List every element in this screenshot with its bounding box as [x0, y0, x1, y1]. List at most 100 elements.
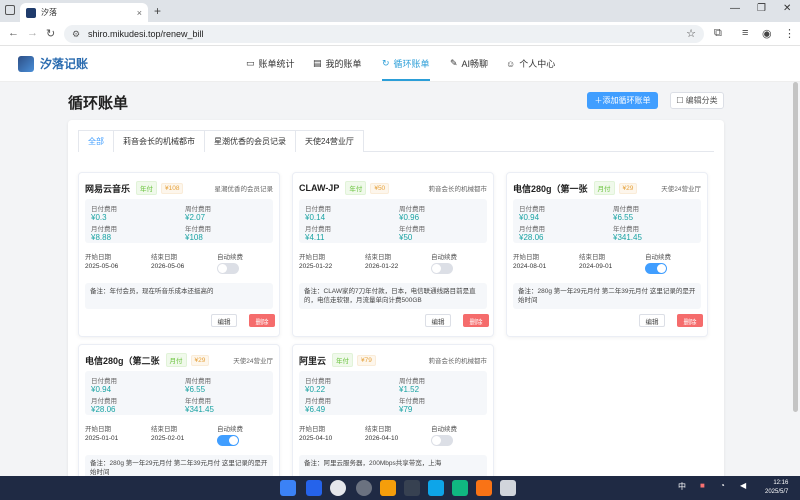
github-icon[interactable]	[356, 480, 372, 496]
new-tab-button[interactable]: +	[154, 4, 161, 18]
filter-tab-all[interactable]: 全部	[78, 130, 114, 152]
fee-value: ¥341.45	[613, 233, 642, 242]
fee-value: ¥0.94	[519, 213, 540, 222]
tray-app-icon[interactable]: ■	[700, 481, 705, 490]
add-recurring-bill-button[interactable]: ＋添加循环账单	[587, 92, 658, 109]
start-menu-icon[interactable]	[280, 480, 296, 496]
media-icon[interactable]: ≡	[742, 27, 748, 39]
wifi-icon[interactable]: ◔	[720, 481, 725, 490]
end-date-value: 2025-02-01	[151, 435, 185, 442]
close-window-button[interactable]: ✕	[783, 3, 791, 14]
delete-button[interactable]: 删除	[249, 314, 275, 327]
nav-label: 我的账单	[325, 59, 362, 69]
extensions-icon[interactable]: ⧉	[714, 27, 722, 40]
bill-category: 莉音会长的机械都市	[428, 186, 488, 193]
nav-recurring-bills[interactable]: ↻ 循环账单	[382, 57, 430, 81]
bill-name: CLAW-JP	[299, 183, 340, 193]
edit-button[interactable]: 编辑	[211, 314, 237, 327]
auto-renew-toggle[interactable]	[431, 435, 453, 446]
forward-icon[interactable]: →	[27, 27, 38, 39]
bill-category: 天使24营业厅	[661, 186, 701, 193]
end-date-value: 2026-01-22	[365, 263, 399, 270]
fee-label: 周付费用	[185, 206, 211, 213]
card-header: CLAW-JP 年付 ¥50 莉音会长的机械都市	[299, 181, 487, 195]
user-icon: ☺	[506, 58, 516, 69]
reload-icon[interactable]: ↻	[46, 27, 55, 40]
fee-value: ¥6.55	[613, 213, 634, 222]
end-date-label: 结束日期	[579, 254, 605, 261]
nav-label: 循环账单	[393, 59, 430, 69]
filter-tab-machine-city[interactable]: 莉音会长的机械都市	[113, 130, 205, 152]
auto-renew-toggle[interactable]	[217, 435, 239, 446]
nav-my-bills[interactable]: ▤ 我的账单	[313, 57, 362, 70]
fee-label: 月付费用	[305, 398, 331, 405]
filter-tab-membership[interactable]: 星潮优香的会员记录	[204, 130, 296, 152]
cycle-tag: 年付	[136, 181, 158, 195]
start-date: 开始日期 2025-05-06	[85, 251, 118, 270]
vscode-icon[interactable]	[306, 480, 322, 496]
site-info-icon[interactable]: ⚙	[72, 29, 82, 39]
auto-renew-toggle[interactable]	[431, 263, 453, 274]
page-title: 循环账单	[68, 95, 129, 112]
edit-button[interactable]: 编辑	[639, 314, 665, 327]
filter-tab-angel24[interactable]: 天使24营业厅	[295, 130, 364, 152]
fee-label: 日付费用	[519, 206, 545, 213]
start-date: 开始日期 2025-01-22	[299, 251, 332, 270]
url-field[interactable]: ⚙ shiro.mikudesi.top/renew_bill ☆	[64, 25, 704, 43]
fee-value: ¥0.22	[305, 385, 326, 394]
price-tag: ¥108	[161, 182, 184, 194]
ime-indicator[interactable]: 中	[678, 481, 686, 492]
date-row: 开始日期 2024-08-01 结束日期 2024-09-01 自动续费	[513, 251, 701, 275]
fee-value: ¥6.55	[185, 385, 206, 394]
terminal-icon[interactable]	[404, 480, 420, 496]
delete-button[interactable]: 删除	[463, 314, 489, 327]
volume-icon[interactable]: ◀	[740, 481, 746, 490]
fee-value: ¥8.88	[91, 233, 112, 242]
folder-icon[interactable]	[380, 480, 396, 496]
back-icon[interactable]: ←	[8, 27, 19, 39]
nav-profile[interactable]: ☺ 个人中心	[506, 57, 555, 70]
minimize-button[interactable]: —	[730, 3, 740, 14]
maximize-button[interactable]: ❐	[757, 3, 766, 14]
clock-time: 12:16	[773, 480, 789, 486]
card-header: 网易云音乐 年付 ¥108 星潮优香的会员记录	[85, 181, 273, 195]
edit-button[interactable]: 编辑	[425, 314, 451, 327]
start-date: 开始日期 2024-08-01	[513, 251, 546, 270]
docker-icon[interactable]	[428, 480, 444, 496]
fee-label: 日付费用	[305, 206, 331, 213]
brand[interactable]: 汐落记账	[18, 55, 88, 72]
settings-app-icon[interactable]	[476, 480, 492, 496]
page-scrollbar[interactable]	[793, 82, 798, 412]
bill-name: 电信280g（第二张	[85, 355, 160, 366]
fee-monthly: 月付费用 ¥6.49	[305, 395, 385, 414]
card-header: 电信280g（第一张 月付 ¥29 天使24营业厅	[513, 181, 701, 195]
start-date-value: 2025-04-10	[299, 435, 333, 442]
profile-avatar-icon[interactable]: ◉	[762, 27, 772, 40]
brand-name: 汐落记账	[40, 57, 89, 71]
fee-label: 日付费用	[91, 206, 117, 213]
date-row: 开始日期 2025-01-01 结束日期 2025-02-01 自动续费	[85, 423, 273, 447]
auto-renew-label: 自动续费	[217, 254, 243, 261]
app-icon[interactable]	[452, 480, 468, 496]
nav-ai-chat[interactable]: ✎ AI畅聊	[450, 57, 488, 70]
fee-grid: 日付费用 ¥0.14 周付费用 ¥0.96 月付费用 ¥4.11 年付费用 ¥5…	[299, 199, 487, 243]
tab-close-icon[interactable]: ×	[137, 8, 142, 18]
end-date-label: 结束日期	[365, 254, 391, 261]
edit-category-button[interactable]: ☐ 编辑分类	[670, 92, 724, 109]
auto-renew: 自动续费	[431, 251, 457, 274]
bills-panel: 全部 莉音会长的机械都市 星潮优香的会员记录 天使24营业厅 网易云音乐 年付 …	[68, 120, 724, 480]
fee-label: 日付费用	[305, 378, 331, 385]
tab-list-icon[interactable]	[5, 5, 15, 15]
auto-renew-label: 自动续费	[431, 426, 457, 433]
chrome-icon[interactable]	[330, 480, 346, 496]
menu-icon[interactable]: ⋮	[784, 27, 795, 40]
browser-tab[interactable]: 汐落 ×	[20, 3, 148, 22]
bookmark-star-icon[interactable]: ☆	[686, 27, 696, 40]
auto-renew-toggle[interactable]	[217, 263, 239, 274]
app2-icon[interactable]	[500, 480, 516, 496]
delete-button[interactable]: 删除	[677, 314, 703, 327]
system-clock[interactable]: 12:16 2025/5/7	[765, 479, 788, 497]
nav-bill-stats[interactable]: ▭ 账单统计	[246, 57, 295, 70]
auto-renew-toggle[interactable]	[645, 263, 667, 274]
price-tag: ¥50	[370, 182, 390, 194]
